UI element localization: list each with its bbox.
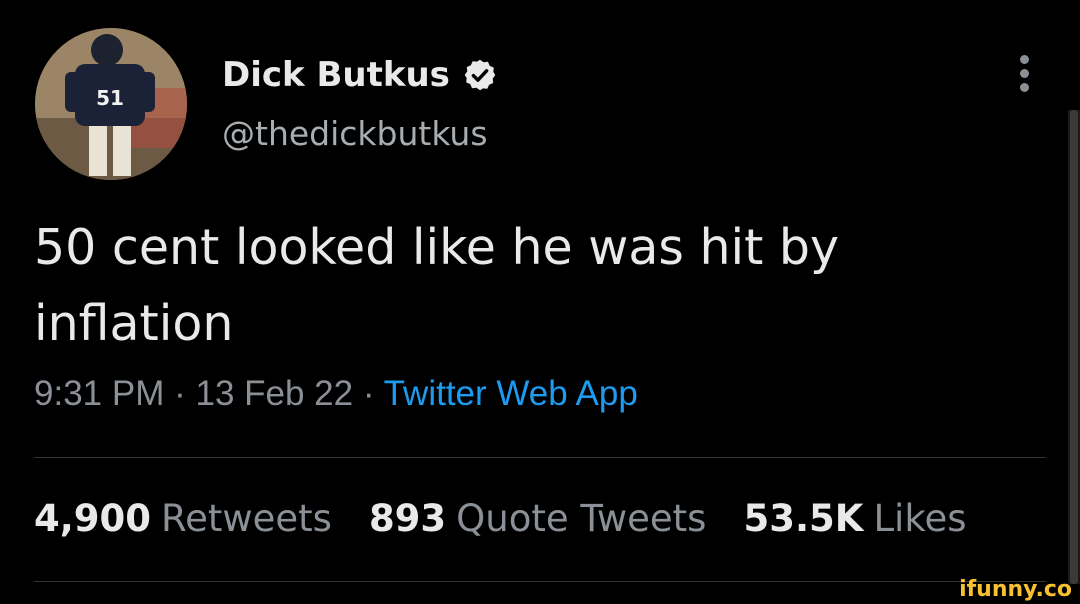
- retweets-label: Retweets: [161, 497, 332, 540]
- avatar-photo: 51: [35, 28, 187, 180]
- quote-tweets-count: 893: [368, 497, 447, 540]
- meta-separator: ·: [362, 374, 375, 413]
- author-handle[interactable]: @thedickbutkus: [222, 114, 488, 153]
- tweet-time[interactable]: 9:31 PM: [34, 374, 164, 413]
- avatar-jersey-number: 51: [96, 86, 124, 110]
- divider: [34, 581, 1046, 582]
- likes-stat[interactable]: 53.5K Likes: [743, 497, 966, 540]
- retweets-stat[interactable]: 4,900 Retweets: [34, 497, 332, 540]
- tweet-source-link[interactable]: Twitter Web App: [384, 374, 638, 413]
- likes-count: 53.5K: [743, 497, 864, 540]
- quote-tweets-label: Quote Tweets: [456, 497, 707, 540]
- divider: [34, 457, 1046, 458]
- author-name-row: Dick Butkus: [222, 52, 498, 98]
- avatar[interactable]: 51: [35, 28, 187, 180]
- meta-separator: ·: [174, 374, 186, 413]
- likes-label: Likes: [873, 497, 967, 540]
- tweet-stats: 4,900 Retweets 893 Quote Tweets 53.5K Likes: [34, 497, 1003, 540]
- verified-badge-icon: [462, 57, 498, 93]
- scrollbar-thumb[interactable]: [1070, 110, 1078, 584]
- author-display-name[interactable]: Dick Butkus: [222, 55, 450, 95]
- ifunny-watermark: ifunny.co: [959, 577, 1072, 602]
- quote-tweets-stat[interactable]: 893 Quote Tweets: [369, 497, 707, 540]
- tweet-meta: 9:31 PM · 13 Feb 22 · Twitter Web App: [34, 374, 638, 414]
- tweet-detail: 51 Dick Butkus @thedickbutkus 50 cent lo…: [0, 0, 1080, 604]
- tweet-date[interactable]: 13 Feb 22: [195, 374, 353, 413]
- tweet-text: 50 cent looked like he was hit by inflat…: [34, 219, 840, 352]
- more-vertical-icon[interactable]: [1012, 55, 1036, 95]
- retweets-count: 4,900: [34, 497, 152, 540]
